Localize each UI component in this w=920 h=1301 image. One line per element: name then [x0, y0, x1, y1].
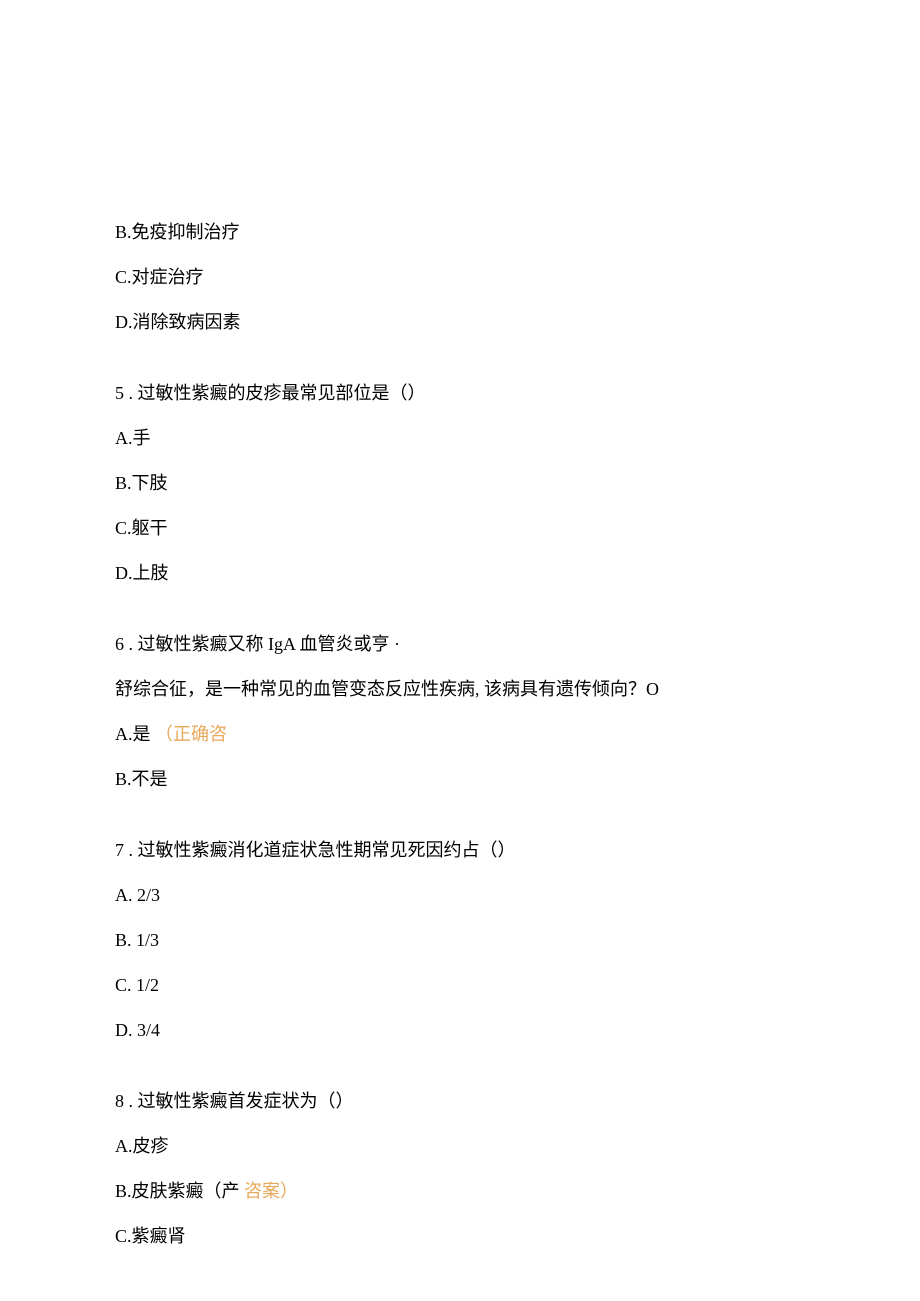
option-c: C.躯干 [115, 515, 805, 542]
question-body: . 过敏性紫癜的皮疹最常见部位是（） [129, 383, 426, 403]
option-b: B.下肢 [115, 470, 805, 497]
option-a: A. 2/3 [115, 882, 805, 909]
question-8: 8 . 过敏性紫癜首发症状为（） A.皮疹 B.皮肤紫癜（产 咨案） C.紫癜肾 [115, 1088, 805, 1250]
option-b-answer-marker: 咨案） [244, 1181, 298, 1201]
option-a: A.皮疹 [115, 1133, 805, 1160]
option-b: B.不是 [115, 766, 805, 793]
question-number: 5 [115, 383, 124, 403]
question-number: 7 [115, 840, 124, 860]
option-a: A.手 [115, 425, 805, 452]
question-7: 7 . 过敏性紫癜消化道症状急性期常见死因约占（） A. 2/3 B. 1/3 … [115, 837, 805, 1044]
option-c: C. 1/2 [115, 972, 805, 999]
question-6: 6 . 过敏性紫癜又称 IgA 血管炎或亨 · 舒综合征，是一种常见的血管变态反… [115, 631, 805, 793]
question-number: 6 [115, 634, 124, 654]
option-d: D. 3/4 [115, 1017, 805, 1044]
option-b-prefix: B.皮肤紫癜（产 [115, 1181, 240, 1201]
option-a-answer-marker: （正确咨 [155, 724, 227, 744]
option-c: C.紫癜肾 [115, 1223, 805, 1250]
question-body: . 过敏性紫癜消化道症状急性期常见死因约占（） [129, 840, 516, 860]
option-b: B.免疫抑制治疗 [115, 219, 805, 246]
question-5: 5 . 过敏性紫癜的皮疹最常见部位是（） A.手 B.下肢 C.躯干 D.上肢 [115, 380, 805, 587]
option-b: B.皮肤紫癜（产 咨案） [115, 1178, 805, 1205]
question-4-partial: B.免疫抑制治疗 C.对症治疗 D.消除致病因素 [115, 219, 805, 336]
option-d: D.上肢 [115, 560, 805, 587]
option-b: B. 1/3 [115, 927, 805, 954]
question-text: 8 . 过敏性紫癜首发症状为（） [115, 1088, 805, 1115]
question-text: 5 . 过敏性紫癜的皮疹最常见部位是（） [115, 380, 805, 407]
question-text-line2: 舒综合征，是一种常见的血管变态反应性疾病, 该病具有遗传倾向？O [115, 676, 805, 703]
question-body-1: . 过敏性紫癜又称 IgA 血管炎或亨 · [129, 634, 401, 654]
option-a-prefix: A.是 [115, 724, 151, 744]
question-text-line1: 6 . 过敏性紫癜又称 IgA 血管炎或亨 · [115, 631, 805, 658]
option-a: A.是 （正确咨 [115, 721, 805, 748]
option-c: C.对症治疗 [115, 264, 805, 291]
question-number: 8 [115, 1091, 124, 1111]
question-text: 7 . 过敏性紫癜消化道症状急性期常见死因约占（） [115, 837, 805, 864]
option-d: D.消除致病因素 [115, 309, 805, 336]
question-body: . 过敏性紫癜首发症状为（） [129, 1091, 354, 1111]
